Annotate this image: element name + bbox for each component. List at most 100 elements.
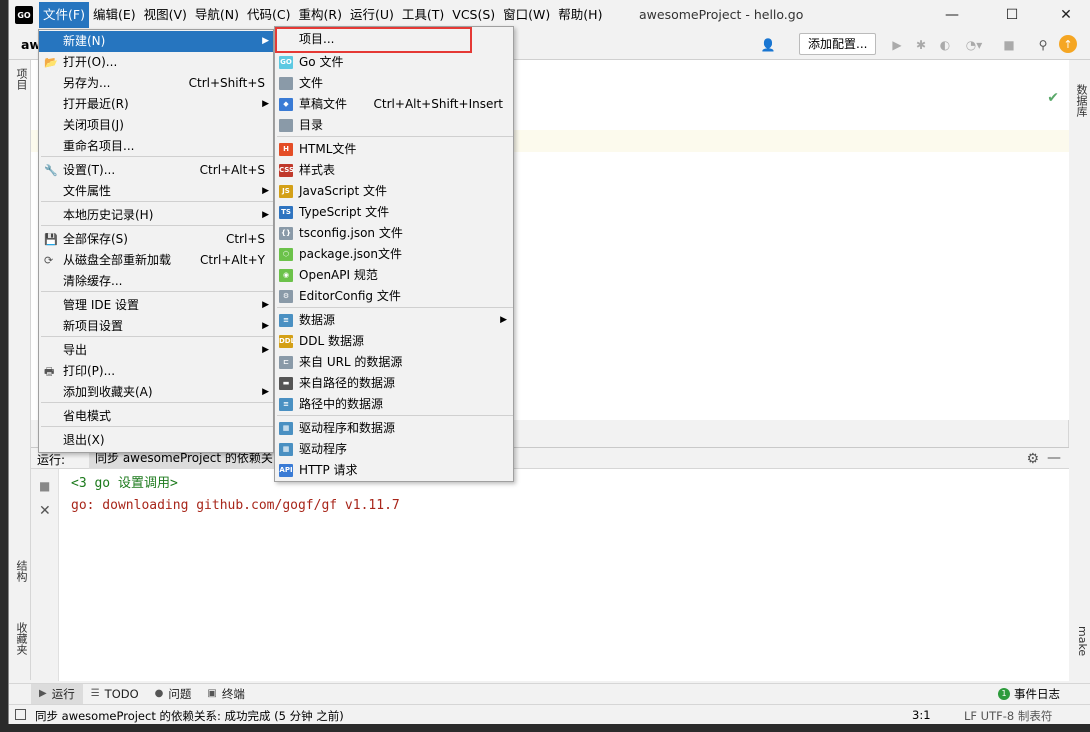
menu-3[interactable]: 导航(N): [191, 2, 243, 28]
file-menu-item[interactable]: 清除缓存...: [39, 271, 273, 292]
new-menu-item[interactable]: ▦ 驱动程序和数据源: [275, 418, 513, 439]
stop-icon[interactable]: ■: [999, 34, 1019, 56]
file-menu-item[interactable]: 添加到收藏夹(A) ▶: [39, 382, 273, 403]
new-menu-item[interactable]: DDL DDL 数据源: [275, 331, 513, 352]
event-log-label: 事件日志: [1014, 687, 1060, 701]
new-menu-item[interactable]: GO Go 文件: [275, 52, 513, 73]
new-menu-item[interactable]: 文件: [275, 73, 513, 94]
run-icon[interactable]: ▶: [887, 34, 907, 56]
new-menu-item[interactable]: ⬡ package.json文件: [275, 244, 513, 265]
coverage-icon[interactable]: ◐: [935, 34, 955, 56]
profile-icon[interactable]: ◔▾: [959, 34, 989, 56]
minimize-icon[interactable]: —: [1047, 450, 1061, 466]
user-icon[interactable]: 👤: [757, 34, 779, 56]
structure-tab[interactable]: 结构: [11, 560, 29, 582]
status-message[interactable]: 同步 awesomeProject 的依赖关系: 成功完成 (5 分钟 之前): [35, 708, 344, 724]
new-menu-item[interactable]: {} tsconfig.json 文件: [275, 223, 513, 244]
menu-item-label: 新建(N): [63, 34, 106, 48]
new-menu-item[interactable]: ⚙ EditorConfig 文件: [275, 286, 513, 307]
project-tab[interactable]: 项目: [11, 68, 29, 90]
new-submenu: 项目... GO Go 文件 文件 ◆ 草稿文件 Ctrl+Alt+Shift+Insert…: [274, 26, 514, 482]
menu-5[interactable]: 重构(R): [295, 2, 346, 28]
menu-item-label: 关闭项目(J): [63, 118, 124, 132]
terminal-tool-button[interactable]: ▣ 终端: [199, 684, 252, 704]
menu-item-label: 导出: [63, 343, 88, 357]
menu-9[interactable]: 窗口(W): [499, 2, 554, 28]
new-menu-item[interactable]: ≡ 路径中的数据源: [275, 394, 513, 415]
file-menu-item[interactable]: 退出(X): [39, 430, 273, 451]
caret-position[interactable]: 3:1: [912, 708, 931, 722]
menu-2[interactable]: 视图(V): [140, 2, 191, 28]
debug-icon[interactable]: ✱: [911, 34, 931, 56]
new-menu-item[interactable]: JS JavaScript 文件: [275, 181, 513, 202]
new-menu-item[interactable]: H HTML文件: [275, 139, 513, 160]
new-menu-item[interactable]: 项目...: [275, 29, 513, 50]
close-icon[interactable]: ✕: [39, 503, 51, 519]
problems-tool-button[interactable]: ● 问题: [147, 684, 200, 704]
gear-icon[interactable]: ⚙: [1026, 451, 1039, 467]
new-menu-item[interactable]: ▦ 驱动程序: [275, 439, 513, 460]
menu-1[interactable]: 编辑(E): [89, 2, 140, 28]
new-menu-item[interactable]: 目录: [275, 115, 513, 136]
menu-item-label: 管理 IDE 设置: [63, 298, 139, 312]
menu-10[interactable]: 帮助(H): [554, 2, 606, 28]
run-tool-button[interactable]: ▶ 运行: [31, 683, 83, 704]
terminal-icon: ▣: [207, 688, 217, 699]
tool-window-toggle-icon[interactable]: [15, 709, 26, 720]
url-icon: ⊏: [279, 356, 293, 369]
minimize-window-button[interactable]: —: [929, 0, 975, 30]
file-menu-item[interactable]: 📂 打开(O)...: [39, 52, 273, 73]
new-menu-item[interactable]: ⊏ 来自 URL 的数据源: [275, 352, 513, 373]
file-menu-item[interactable]: 新项目设置 ▶: [39, 316, 273, 337]
add-configuration-button[interactable]: 添加配置...: [799, 33, 877, 55]
menu-0[interactable]: 文件(F): [39, 2, 89, 28]
file-menu-item[interactable]: 💾 全部保存(S) Ctrl+S: [39, 229, 273, 250]
file-menu-item[interactable]: 导出 ▶: [39, 340, 273, 361]
new-menu-item[interactable]: ≡ 数据源 ▶: [275, 310, 513, 331]
new-menu-item[interactable]: ◆ 草稿文件 Ctrl+Alt+Shift+Insert: [275, 94, 513, 115]
file-menu-item[interactable]: 另存为... Ctrl+Shift+S: [39, 73, 273, 94]
file-menu-item[interactable]: 🖶 打印(P)...: [39, 361, 273, 382]
new-menu-item[interactable]: ▬ 来自路径的数据源: [275, 373, 513, 394]
menu-8[interactable]: VCS(S): [448, 2, 499, 28]
menu-item-icon: 🖶: [44, 365, 55, 378]
file-menu-item[interactable]: 🔧 设置(T)... Ctrl+Alt+S: [39, 160, 273, 181]
favorites-tab[interactable]: 收藏夹: [11, 622, 29, 655]
make-tab[interactable]: make: [1071, 626, 1089, 656]
menu-item-label: tsconfig.json 文件: [299, 226, 403, 240]
new-menu-item[interactable]: API HTTP 请求: [275, 460, 513, 481]
file-encoding[interactable]: LF UTF-8 制表符: [964, 708, 1052, 724]
database-tab[interactable]: 数据库: [1071, 84, 1089, 117]
file-menu-item[interactable]: 打开最近(R) ▶: [39, 94, 273, 115]
status-bar: 同步 awesomeProject 的依赖关系: 成功完成 (5 分钟 之前) …: [9, 704, 1090, 724]
close-window-button[interactable]: ✕: [1043, 0, 1089, 30]
update-icon[interactable]: ↑: [1059, 35, 1077, 53]
bottom-tool-bar: ▶ 运行 ☰ TODO ● 问题 ▣ 终端 1 事件日志: [9, 683, 1090, 704]
new-menu-item[interactable]: TS TypeScript 文件: [275, 202, 513, 223]
menu-item-label: 驱动程序: [299, 442, 348, 456]
api-icon: API: [279, 464, 293, 477]
todo-tool-button[interactable]: ☰ TODO: [83, 684, 147, 704]
menu-6[interactable]: 运行(U): [346, 2, 398, 28]
js-icon: JS: [279, 185, 293, 198]
stop-icon[interactable]: ■: [39, 479, 50, 493]
go-icon: GO: [279, 56, 293, 69]
event-log-button[interactable]: 1 事件日志: [998, 686, 1060, 702]
db-icon: ≡: [279, 398, 293, 411]
file-menu-item[interactable]: 重命名项目...: [39, 136, 273, 157]
menu-item-label: 路径中的数据源: [299, 397, 384, 411]
search-icon[interactable]: ⚲: [1033, 34, 1053, 56]
file-menu-item[interactable]: 管理 IDE 设置 ▶: [39, 295, 273, 316]
file-menu-item[interactable]: 新建(N) ▶: [39, 31, 273, 52]
new-menu-item[interactable]: ◉ OpenAPI 规范: [275, 265, 513, 286]
maximize-window-button[interactable]: ☐: [989, 0, 1035, 30]
file-menu-item[interactable]: 省电模式: [39, 406, 273, 427]
menu-4[interactable]: 代码(C): [243, 2, 294, 28]
new-menu-item[interactable]: CSS 样式表: [275, 160, 513, 181]
file-menu-item[interactable]: 本地历史记录(H) ▶: [39, 205, 273, 226]
menu-item-shortcut: Ctrl+S: [225, 232, 265, 246]
file-menu-item[interactable]: 关闭项目(J): [39, 115, 273, 136]
file-menu-item[interactable]: ⟳ 从磁盘全部重新加载 Ctrl+Alt+Y: [39, 250, 273, 271]
file-menu-item[interactable]: 文件属性 ▶: [39, 181, 273, 202]
menu-7[interactable]: 工具(T): [398, 2, 448, 28]
